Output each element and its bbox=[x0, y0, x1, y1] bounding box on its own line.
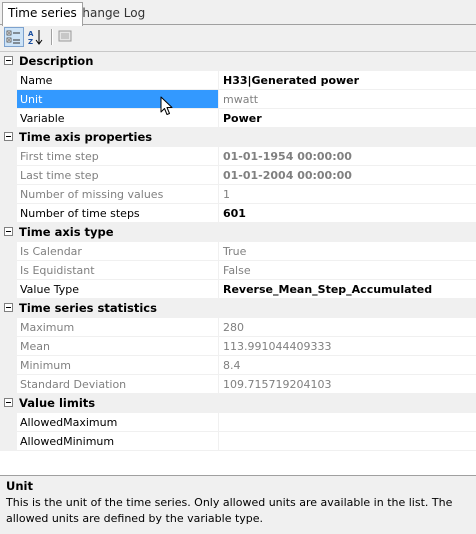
property-name: Minimum bbox=[17, 356, 219, 375]
category-label: Time axis type bbox=[19, 225, 114, 239]
row-margin bbox=[0, 337, 17, 356]
property-value[interactable] bbox=[219, 413, 476, 432]
mouse-pointer-icon bbox=[160, 96, 173, 115]
row-margin bbox=[0, 185, 17, 204]
property-row-missing-values[interactable]: Number of missing values 1 bbox=[0, 185, 476, 204]
property-name: Unit bbox=[17, 90, 219, 109]
property-value[interactable]: H33|Generated power bbox=[219, 71, 476, 90]
row-margin bbox=[0, 147, 17, 166]
property-name: Is Equidistant bbox=[17, 261, 219, 280]
alphabetical-sort-button[interactable]: A Z bbox=[26, 27, 46, 47]
property-name: Name bbox=[17, 71, 219, 90]
row-margin bbox=[0, 90, 17, 109]
category-value-limits[interactable]: Value limits bbox=[0, 394, 476, 413]
row-margin bbox=[0, 413, 17, 432]
property-name: Mean bbox=[17, 337, 219, 356]
categorized-view-icon bbox=[6, 30, 20, 44]
row-margin bbox=[0, 71, 17, 90]
row-margin bbox=[0, 280, 17, 299]
property-value[interactable]: 601 bbox=[219, 204, 476, 223]
row-margin bbox=[0, 204, 17, 223]
property-row-value-type[interactable]: Value Type Reverse_Mean_Step_Accumulated bbox=[0, 280, 476, 299]
property-name: First time step bbox=[17, 147, 219, 166]
category-description[interactable]: Description bbox=[0, 52, 476, 71]
property-name: AllowedMaximum bbox=[17, 413, 219, 432]
row-margin bbox=[0, 375, 17, 394]
property-name: Maximum bbox=[17, 318, 219, 337]
property-value[interactable]: 8.4 bbox=[219, 356, 476, 375]
row-margin bbox=[0, 432, 17, 451]
row-margin bbox=[0, 318, 17, 337]
property-row-is-equidistant[interactable]: Is Equidistant False bbox=[0, 261, 476, 280]
property-value[interactable]: 109.715719204103 bbox=[219, 375, 476, 394]
row-margin bbox=[0, 356, 17, 375]
category-time-axis-type[interactable]: Time axis type bbox=[0, 223, 476, 242]
property-row-first-time-step[interactable]: First time step 01-01-1954 00:00:00 bbox=[0, 147, 476, 166]
category-label: Description bbox=[19, 54, 94, 68]
row-margin bbox=[0, 109, 17, 128]
property-name: Number of missing values bbox=[17, 185, 219, 204]
category-label: Value limits bbox=[19, 396, 96, 410]
property-value[interactable]: Reverse_Mean_Step_Accumulated bbox=[219, 280, 476, 299]
property-row-variable[interactable]: Variable Power bbox=[0, 109, 476, 128]
property-row-minimum[interactable]: Minimum 8.4 bbox=[0, 356, 476, 375]
property-row-mean[interactable]: Mean 113.991044409333 bbox=[0, 337, 476, 356]
property-row-number-of-time-steps[interactable]: Number of time steps 601 bbox=[0, 204, 476, 223]
row-margin bbox=[0, 242, 17, 261]
svg-text:Z: Z bbox=[28, 38, 33, 46]
help-panel: Unit This is the unit of the time series… bbox=[0, 476, 476, 534]
property-name: Value Type bbox=[17, 280, 219, 299]
help-description: This is the unit of the time series. Onl… bbox=[6, 496, 453, 525]
property-row-standard-deviation[interactable]: Standard Deviation 109.715719204103 bbox=[0, 375, 476, 394]
property-value[interactable]: 01-01-1954 00:00:00 bbox=[219, 147, 476, 166]
property-row-last-time-step[interactable]: Last time step 01-01-2004 00:00:00 bbox=[0, 166, 476, 185]
property-value[interactable]: 1 bbox=[219, 185, 476, 204]
category-label: Time axis properties bbox=[19, 130, 153, 144]
categorized-view-button[interactable] bbox=[4, 27, 24, 47]
property-pages-button[interactable] bbox=[56, 27, 76, 47]
property-row-name[interactable]: Name H33|Generated power bbox=[0, 71, 476, 90]
tab-time-series[interactable]: Time series bbox=[2, 2, 83, 26]
property-value[interactable]: 113.991044409333 bbox=[219, 337, 476, 356]
property-name: AllowedMinimum bbox=[17, 432, 219, 451]
collapse-icon[interactable] bbox=[4, 303, 13, 312]
tab-strip: Time series Change Log bbox=[0, 0, 476, 26]
property-toolbar: A Z bbox=[0, 25, 476, 50]
property-row-maximum[interactable]: Maximum 280 bbox=[0, 318, 476, 337]
row-margin bbox=[0, 166, 17, 185]
property-row-unit[interactable]: Unit mwatt bbox=[0, 90, 476, 109]
alphabetical-sort-icon: A Z bbox=[28, 30, 43, 46]
category-time-axis-properties[interactable]: Time axis properties bbox=[0, 128, 476, 147]
property-row-allowed-maximum[interactable]: AllowedMaximum bbox=[0, 413, 476, 432]
collapse-icon[interactable] bbox=[4, 132, 13, 141]
property-value[interactable]: True bbox=[219, 242, 476, 261]
category-label: Time series statistics bbox=[19, 301, 157, 315]
property-value[interactable] bbox=[219, 432, 476, 451]
property-row-is-calendar[interactable]: Is Calendar True bbox=[0, 242, 476, 261]
category-time-series-statistics[interactable]: Time series statistics bbox=[0, 299, 476, 318]
property-pages-icon bbox=[58, 30, 72, 42]
property-value[interactable]: mwatt bbox=[219, 90, 476, 109]
property-value[interactable]: False bbox=[219, 261, 476, 280]
toolbar-separator bbox=[51, 29, 53, 45]
property-name: Variable bbox=[17, 109, 219, 128]
property-name: Number of time steps bbox=[17, 204, 219, 223]
collapse-icon[interactable] bbox=[4, 56, 13, 65]
svg-text:A: A bbox=[28, 30, 34, 38]
collapse-icon[interactable] bbox=[4, 227, 13, 236]
collapse-icon[interactable] bbox=[4, 398, 13, 407]
property-name: Is Calendar bbox=[17, 242, 219, 261]
property-name: Last time step bbox=[17, 166, 219, 185]
help-title: Unit bbox=[6, 479, 33, 493]
property-name: Standard Deviation bbox=[17, 375, 219, 394]
row-margin bbox=[0, 261, 17, 280]
property-value[interactable]: 01-01-2004 00:00:00 bbox=[219, 166, 476, 185]
property-value[interactable]: 280 bbox=[219, 318, 476, 337]
property-value[interactable]: Power bbox=[219, 109, 476, 128]
property-row-allowed-minimum[interactable]: AllowedMinimum bbox=[0, 432, 476, 451]
property-grid: Description Name H33|Generated power Uni… bbox=[0, 51, 476, 476]
